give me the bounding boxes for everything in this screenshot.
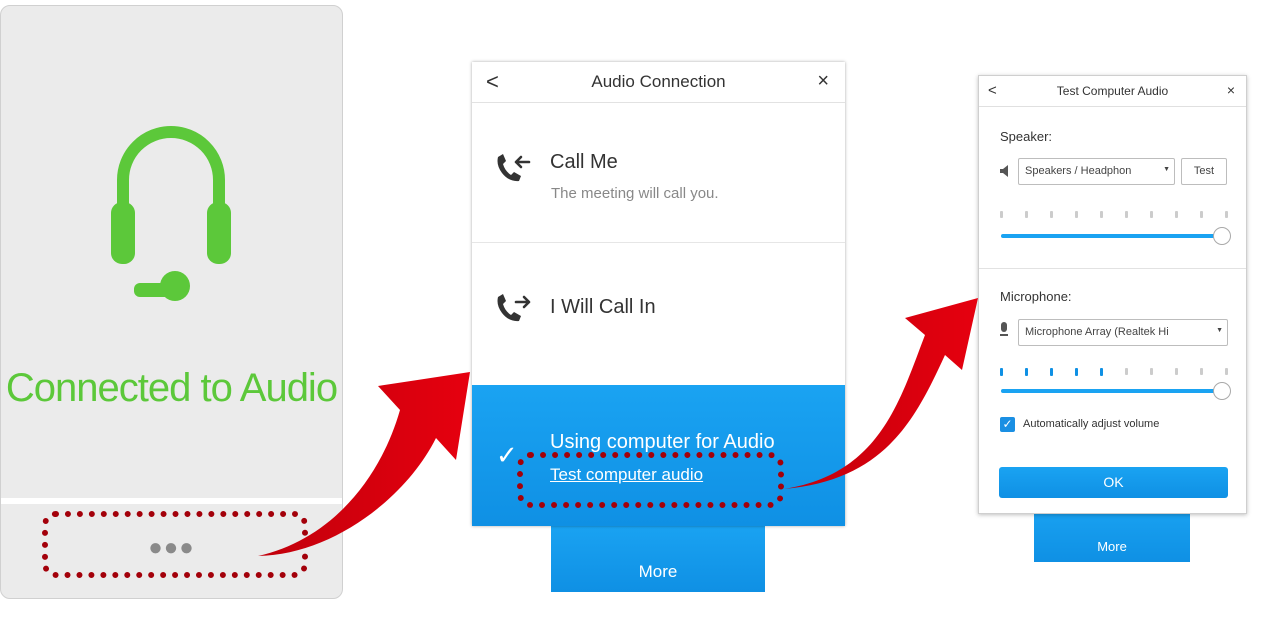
arrow-to-audio-connection [258, 372, 470, 556]
annotation-arrows [258, 298, 978, 556]
arrow-to-test-audio [784, 298, 978, 489]
